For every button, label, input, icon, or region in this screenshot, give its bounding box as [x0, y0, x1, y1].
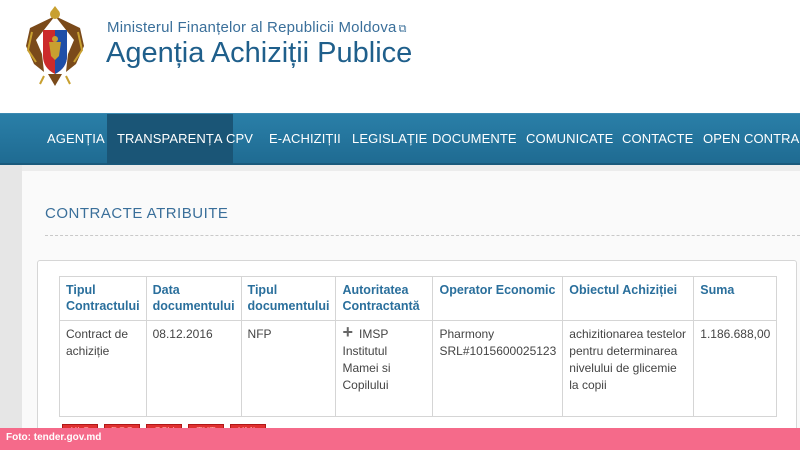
- photo-credit-bar: [0, 428, 800, 450]
- photo-credit: Foto: tender.gov.md: [6, 432, 102, 443]
- nav-item-cpv[interactable]: CPV: [226, 114, 253, 164]
- nav-item-e-achizitii[interactable]: E-ACHIZIȚII: [269, 114, 341, 164]
- nav-item-legislatie[interactable]: LEGISLAȚIE: [352, 114, 427, 164]
- cell-obiectul: achizitionarea testelor pentru determina…: [562, 320, 695, 417]
- cell-data: 08.12.2016: [145, 320, 242, 417]
- column-header[interactable]: Autoritatea Contractantă: [335, 276, 434, 321]
- column-header[interactable]: Data documentului: [145, 276, 242, 321]
- site-header: Ministerul Finanțelor al Republicii Mold…: [0, 0, 800, 113]
- table-header-row: Tipul Contractului Data documentului Tip…: [59, 276, 778, 321]
- nav-item-transparenta[interactable]: TRANSPARENȚA: [107, 114, 233, 164]
- column-header[interactable]: Tipul Contractului: [59, 276, 147, 321]
- left-gutter: [0, 165, 22, 450]
- site-title[interactable]: Agenția Achiziții Publice: [106, 37, 412, 70]
- table-row: Contract de achiziție 08.12.2016 NFP + IM…: [59, 320, 778, 417]
- cell-tipul-documentului: NFP: [240, 320, 337, 417]
- ministry-link[interactable]: Ministerul Finanțelor al Republicii Mold…: [107, 19, 407, 36]
- ministry-label: Ministerul Finanțelor al Republicii Mold…: [107, 19, 397, 36]
- moldova-coat-of-arms-icon[interactable]: [22, 6, 88, 88]
- page-title: CONTRACTE ATRIBUITE: [45, 205, 229, 222]
- main-navigation: AGENȚIA TRANSPARENȚA CPV E-ACHIZIȚII LEG…: [0, 113, 800, 165]
- title-divider: [45, 235, 800, 236]
- column-header[interactable]: Tipul documentului: [240, 276, 337, 321]
- nav-item-comunicate[interactable]: COMUNICATE: [526, 114, 613, 164]
- content-top-shadow: [22, 165, 800, 171]
- nav-item-open-contract[interactable]: OPEN CONTRACT: [703, 114, 800, 164]
- column-header[interactable]: Obiectul Achiziției: [562, 276, 695, 321]
- cell-autoritatea: + IMSP Institutul Mamei si Copilului: [335, 320, 434, 417]
- cell-suma: 1.186.688,00: [693, 320, 778, 417]
- column-header[interactable]: Suma: [693, 276, 778, 321]
- nav-item-documente[interactable]: DOCUMENTE: [432, 114, 517, 164]
- nav-item-contacte[interactable]: CONTACTE: [622, 114, 693, 164]
- cell-operator: Pharmony SRL#1015600025123: [432, 320, 564, 417]
- contracts-table: Tipul Contractului Data documentului Tip…: [59, 276, 778, 417]
- column-header[interactable]: Operator Economic: [432, 276, 564, 321]
- nav-item-agentia[interactable]: AGENȚIA: [47, 114, 105, 164]
- external-link-icon: ⧉: [398, 23, 407, 35]
- cell-tipul-contractului: Contract de achiziție: [59, 320, 147, 417]
- plus-icon[interactable]: +: [342, 323, 353, 341]
